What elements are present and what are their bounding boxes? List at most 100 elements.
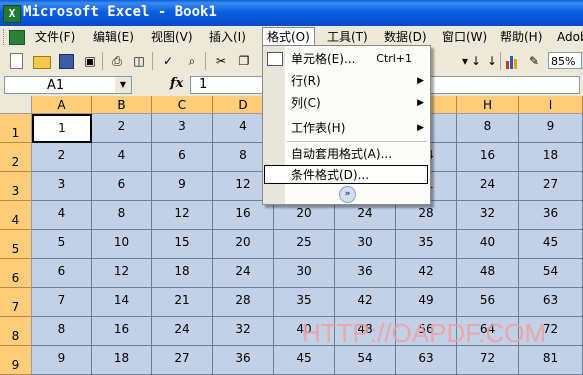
- column-header-c[interactable]: C: [152, 96, 213, 114]
- column-header-i[interactable]: I: [519, 96, 583, 114]
- cell-c7[interactable]: 21: [152, 288, 213, 317]
- open-folder-icon[interactable]: [33, 56, 51, 69]
- cell-i6[interactable]: 54: [519, 259, 583, 288]
- print-preview-icon[interactable]: ◫: [131, 53, 147, 69]
- cell-h3[interactable]: 24: [457, 172, 519, 201]
- menu-data[interactable]: 数据(D): [380, 28, 431, 46]
- cell-i3[interactable]: 27: [519, 172, 583, 201]
- cell-e4[interactable]: 20: [274, 201, 335, 230]
- menu-tools[interactable]: 工具(T): [323, 28, 372, 46]
- row-header-3[interactable]: 3: [0, 172, 32, 201]
- cell-c1[interactable]: 3: [152, 114, 213, 143]
- cell-e9[interactable]: 45: [274, 346, 335, 375]
- cell-f5[interactable]: 30: [335, 230, 396, 259]
- menu-item-cells[interactable]: 单元格(E)... Ctrl+1: [263, 48, 430, 70]
- cell-d6[interactable]: 24: [213, 259, 274, 288]
- column-header-a[interactable]: A: [32, 96, 92, 114]
- print-icon[interactable]: ⎙: [109, 53, 125, 69]
- excel-icon[interactable]: X: [3, 5, 21, 23]
- menu-item-autoformat[interactable]: 自动套用格式(A)...: [263, 143, 430, 165]
- cell-b4[interactable]: 8: [92, 201, 152, 230]
- cell-h7[interactable]: 56: [457, 288, 519, 317]
- cell-b5[interactable]: 10: [92, 230, 152, 259]
- select-all-corner[interactable]: [0, 96, 32, 114]
- row-header-7[interactable]: 7: [0, 288, 32, 317]
- save-icon[interactable]: [59, 54, 74, 69]
- cell-e7[interactable]: 35: [274, 288, 335, 317]
- cell-b6[interactable]: 12: [92, 259, 152, 288]
- cell-i4[interactable]: 36: [519, 201, 583, 230]
- cell-b1[interactable]: 2: [92, 114, 152, 143]
- row-header-1[interactable]: 1: [0, 114, 32, 143]
- cell-g6[interactable]: 42: [396, 259, 457, 288]
- cell-h5[interactable]: 40: [457, 230, 519, 259]
- menu-edit[interactable]: 编辑(E): [89, 28, 138, 46]
- cell-c6[interactable]: 18: [152, 259, 213, 288]
- cell-e5[interactable]: 25: [274, 230, 335, 259]
- cell-f6[interactable]: 36: [335, 259, 396, 288]
- cell-f4[interactable]: 24: [335, 201, 396, 230]
- row-header-9[interactable]: 9: [0, 346, 32, 375]
- cell-d7[interactable]: 28: [213, 288, 274, 317]
- cell-i2[interactable]: 18: [519, 143, 583, 172]
- menu-file[interactable]: 文件(F): [31, 28, 79, 46]
- cell-a3[interactable]: 3: [32, 172, 92, 201]
- cell-g5[interactable]: 35: [396, 230, 457, 259]
- cell-a8[interactable]: 8: [32, 317, 92, 346]
- cell-a1[interactable]: 1: [32, 114, 92, 143]
- cut-icon[interactable]: ✂: [213, 53, 229, 69]
- cell-a5[interactable]: 5: [32, 230, 92, 259]
- cell-g4[interactable]: 28: [396, 201, 457, 230]
- cell-h2[interactable]: 16: [457, 143, 519, 172]
- cell-c2[interactable]: 6: [152, 143, 213, 172]
- cell-i5[interactable]: 45: [519, 230, 583, 259]
- cell-e6[interactable]: 30: [274, 259, 335, 288]
- spelling-icon[interactable]: ✓: [160, 53, 176, 69]
- row-header-2[interactable]: 2: [0, 143, 32, 172]
- workbook-icon[interactable]: [9, 30, 25, 45]
- permission-icon[interactable]: ▣: [82, 53, 98, 69]
- menubar-grip[interactable]: [3, 29, 7, 45]
- cell-b8[interactable]: 16: [92, 317, 152, 346]
- menu-item-conditional-formatting[interactable]: 条件格式(D)...: [263, 164, 430, 186]
- cell-a4[interactable]: 4: [32, 201, 92, 230]
- menu-format[interactable]: 格式(O): [262, 27, 315, 46]
- cell-g7[interactable]: 49: [396, 288, 457, 317]
- cell-c9[interactable]: 27: [152, 346, 213, 375]
- cell-d8[interactable]: 32: [213, 317, 274, 346]
- cell-d5[interactable]: 20: [213, 230, 274, 259]
- cell-b9[interactable]: 18: [92, 346, 152, 375]
- cell-h9[interactable]: 72: [457, 346, 519, 375]
- copy-icon[interactable]: ❐: [236, 53, 252, 69]
- cell-b7[interactable]: 14: [92, 288, 152, 317]
- drawing-icon[interactable]: ✎: [526, 53, 542, 69]
- cell-d9[interactable]: 36: [213, 346, 274, 375]
- menu-insert[interactable]: 插入(I): [205, 28, 250, 46]
- menu-window[interactable]: 窗口(W): [438, 28, 491, 46]
- cell-i7[interactable]: 63: [519, 288, 583, 317]
- cell-d4[interactable]: 16: [213, 201, 274, 230]
- menu-item-sheet[interactable]: 工作表(H) ▶: [263, 117, 430, 139]
- sort-ascending-icon[interactable]: ↓: [468, 53, 484, 69]
- chart-wizard-icon[interactable]: [506, 53, 520, 69]
- menu-view[interactable]: 视图(V): [147, 28, 197, 46]
- row-header-5[interactable]: 5: [0, 230, 32, 259]
- row-header-4[interactable]: 4: [0, 201, 32, 230]
- cell-a2[interactable]: 2: [32, 143, 92, 172]
- cell-a7[interactable]: 7: [32, 288, 92, 317]
- zoom-select[interactable]: 85%: [548, 52, 582, 69]
- cell-h4[interactable]: 32: [457, 201, 519, 230]
- column-header-h[interactable]: H: [457, 96, 519, 114]
- cell-c8[interactable]: 24: [152, 317, 213, 346]
- cell-c3[interactable]: 9: [152, 172, 213, 201]
- cell-i9[interactable]: 81: [519, 346, 583, 375]
- name-box[interactable]: A1 ▼: [4, 76, 132, 94]
- menu-help[interactable]: 帮助(H): [496, 28, 546, 46]
- cell-f7[interactable]: 42: [335, 288, 396, 317]
- sort-descending-icon[interactable]: ↓: [484, 53, 500, 69]
- cell-a9[interactable]: 9: [32, 346, 92, 375]
- menu-item-column[interactable]: 列(C) ▶: [263, 92, 430, 114]
- cell-h1[interactable]: 8: [457, 114, 519, 143]
- cell-a6[interactable]: 6: [32, 259, 92, 288]
- research-icon[interactable]: ⌕: [184, 53, 200, 69]
